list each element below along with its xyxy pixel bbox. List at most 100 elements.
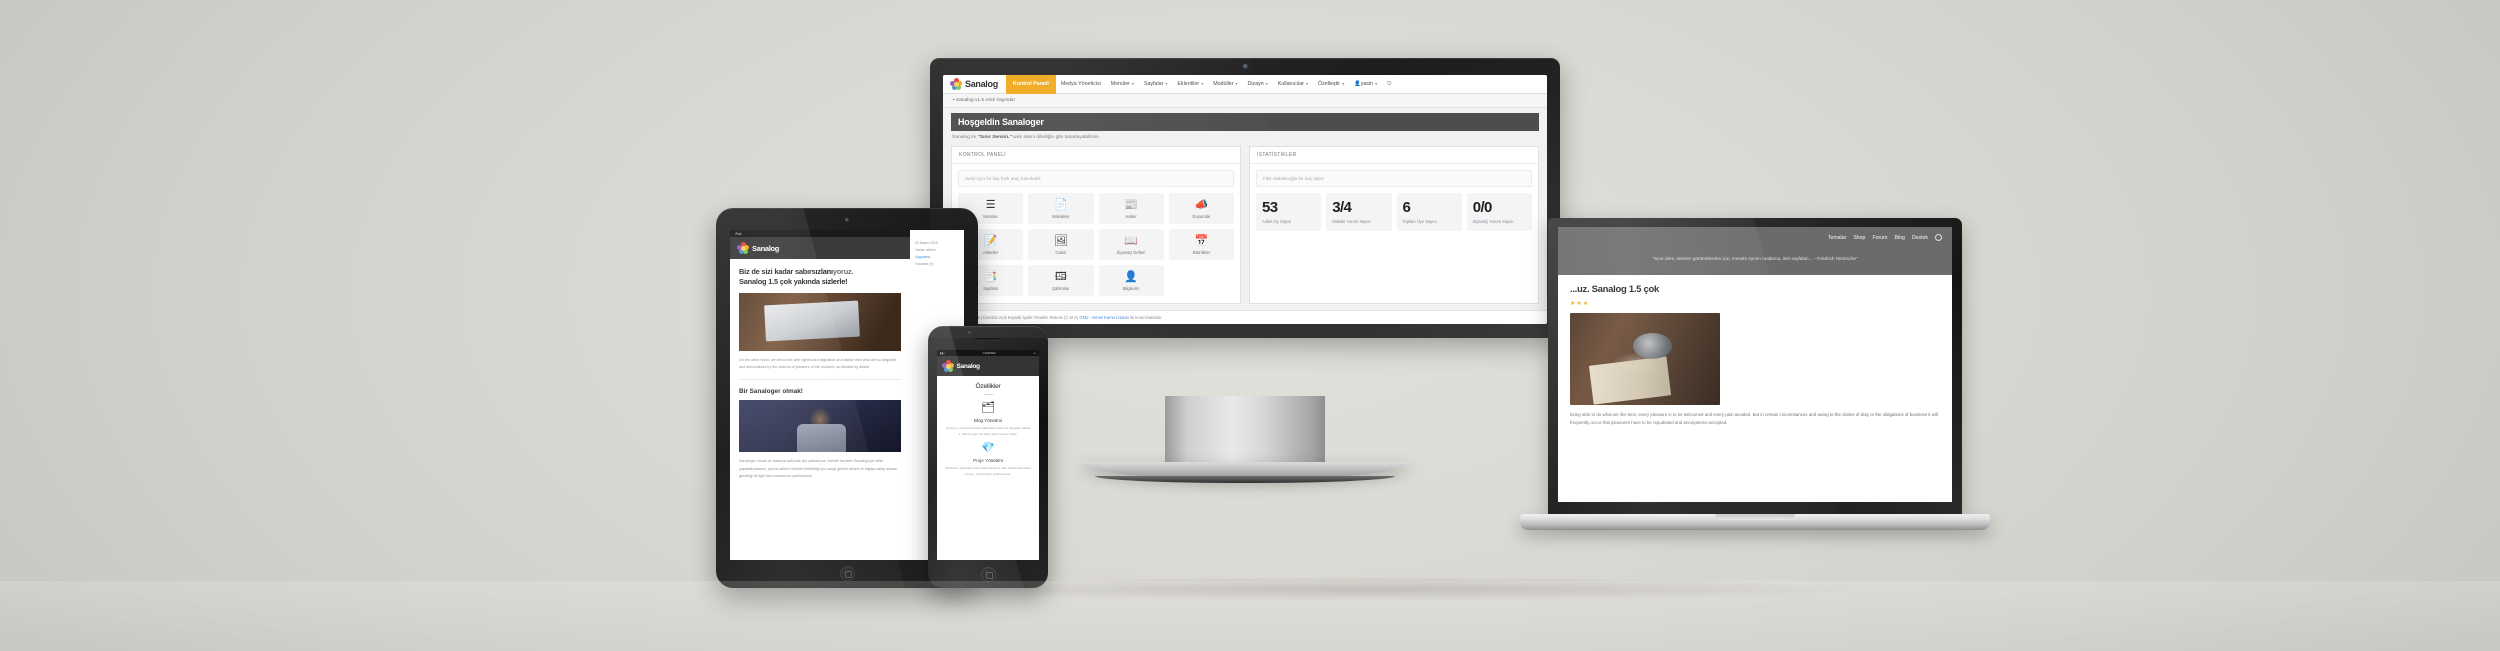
chevron-down-icon: ▾	[1305, 81, 1308, 86]
signal-icon: ▮▮▯	[940, 351, 945, 355]
phone-page-title: Özellikler	[975, 383, 1001, 390]
control-panel-tiles: ☰ Menüler 📄 Makaleler 📰 Haber 📣 Duyurula…	[958, 193, 1234, 297]
admin-panel: Sanalog Kontrol Paneli Medya Yöneticisi …	[943, 75, 1547, 324]
battery-icon: ▭	[1033, 351, 1036, 355]
chevron-down-icon: ▾	[1265, 81, 1268, 86]
article-image	[1570, 312, 1720, 405]
site-nav-temalar[interactable]: Temalar	[1828, 235, 1846, 241]
monitor-stand-neck	[1165, 396, 1325, 470]
nav-item-user[interactable]: 👤yasin ▾	[1349, 75, 1382, 94]
tile-label: Bilgilerim	[1122, 286, 1140, 292]
control-panel-title: KONTROL PANELİ	[952, 147, 1240, 164]
monitor-stand-lip	[1095, 476, 1395, 483]
nav-item-ozellestir[interactable]: Özelleştir ▾	[1313, 75, 1349, 94]
tile-label: Makaleler	[1052, 214, 1070, 219]
brand-name: Sanalog	[965, 79, 998, 89]
title-divider	[983, 394, 993, 395]
carrier-label: CARRIER	[982, 351, 996, 355]
diamond-icon: 💎	[981, 441, 995, 454]
stat-label: Anket Oy Sayısı	[1262, 219, 1292, 224]
tile-ziyaretci-defteri[interactable]: 📖 Ziyaretçi Defteri	[1098, 229, 1164, 261]
footer-middle: | Ücretsiz Açık Kaynak İçerik Yönetim Si…	[979, 315, 1080, 320]
tile-etkinlikler[interactable]: 📅 Etkinlikler	[1168, 229, 1234, 261]
nav-item-dizayn[interactable]: Dizayn ▾	[1243, 75, 1273, 94]
site-nav-forum[interactable]: Forum	[1872, 235, 1887, 241]
nav-item-kullanicilar[interactable]: Kullanıcılar ▾	[1273, 75, 1313, 94]
monitor-screen: Sanalog Kontrol Paneli Medya Yöneticisi …	[943, 75, 1547, 324]
site-hero: Temalar Shop Forum Blog Destek "Sınır de…	[1558, 227, 1952, 275]
sidebar-author: Yazan: admin	[915, 248, 936, 253]
tile-duyurular[interactable]: 📣 Duyurular	[1168, 193, 1234, 225]
subtitle-suffix: web siteni dilediğin gibi tasarlayabilir…	[1011, 135, 1100, 140]
laptop-device: Temalar Shop Forum Blog Destek "Sınır de…	[1520, 218, 1990, 558]
nav-item-sayfalar[interactable]: Sayfalar ▾	[1139, 75, 1172, 94]
title-line2: Sanalog 1.5 çok yakında sizlerle!	[739, 276, 848, 286]
tablet-status-label: iPad	[735, 231, 742, 236]
chevron-down-icon: ▾	[1375, 81, 1378, 86]
chevron-down-icon: ▾	[1165, 81, 1168, 86]
phone-site-header: Sanalog	[937, 356, 1039, 376]
tile-label: Haber	[1125, 214, 1137, 219]
chevron-down-icon: ▾	[1131, 81, 1134, 86]
tablet-home-button[interactable]	[839, 566, 855, 581]
title-line1-tail: yoruz.	[832, 267, 854, 276]
feature-proje: 💎 Proje Yönetimi Habitasse phasellus odi…	[943, 442, 1033, 478]
statistics-title: İSTATİSTİKLER	[1250, 147, 1538, 164]
site-nav-destek[interactable]: Destek	[1912, 235, 1928, 241]
tablet-article2-image-portrait	[739, 400, 901, 453]
globe-icon[interactable]	[1935, 234, 1942, 241]
tablet-camera-icon	[845, 218, 849, 222]
nav-item-menuler[interactable]: Menüler ▾	[1106, 75, 1139, 94]
chevron-down-icon: ▾	[1342, 81, 1345, 86]
site-nav-blog[interactable]: Blog	[1894, 235, 1904, 241]
site-nav-shop[interactable]: Shop	[1853, 235, 1865, 241]
tile-haber[interactable]: 📰 Haber	[1098, 193, 1164, 225]
nav-item-medya-yoneticisi[interactable]: Medya Yöneticisi	[1056, 75, 1106, 94]
brand[interactable]: Sanalog	[950, 78, 1006, 90]
person-icon: 👤	[1124, 271, 1138, 284]
footer-license-link[interactable]: GNU - Genel Kamu Lisansı	[1079, 315, 1129, 320]
tile-label: Şablonlar	[1052, 286, 1070, 292]
feature-title: Blog Yönetimi	[973, 418, 1003, 423]
breadcrumb-label: Sanalog v1.5 Artık Yayında!	[956, 98, 1015, 103]
admin-columns: KONTROL PANELİ Senin için bir kaç hızlı …	[943, 146, 1547, 310]
tablet-status-bar: iPad	[730, 230, 910, 237]
subtitle-quote: "Sınır Sensin."	[977, 135, 1012, 140]
tile-bilgilerim[interactable]: 👤 Bilgilerim	[1098, 265, 1164, 297]
laptop-notch	[1715, 514, 1795, 520]
stat-label: Toplam Üye Sayısı	[1402, 219, 1437, 224]
public-site-phone: ▮▮▯ CARRIER ▭ Sanalog Özellikler 🗂 Blog …	[937, 350, 1039, 560]
phone-screen: ▮▮▯ CARRIER ▭ Sanalog Özellikler 🗂 Blog …	[937, 350, 1039, 560]
nav-item-moduller[interactable]: Modüller ▾	[1208, 75, 1242, 94]
nav-item-eklentiler[interactable]: Eklentiler ▾	[1172, 75, 1208, 94]
stat-value: 53	[1262, 199, 1278, 216]
tablet-article-image-desk	[739, 292, 901, 351]
tile-galeri[interactable]: 🖼 Galeri	[1028, 229, 1094, 261]
colorful-flower-logo-icon	[950, 78, 962, 90]
document-icon: 📄	[1054, 199, 1068, 211]
sidebar-link[interactable]: Uygulama	[915, 254, 959, 261]
phone-speaker	[975, 338, 1001, 341]
desktop-monitor: Sanalog Kontrol Paneli Medya Yöneticisi …	[930, 58, 1560, 483]
logout-icon[interactable]: ⎋	[1382, 75, 1396, 94]
statistics-note: Fikir alabileceğin bir kaç rapor	[1256, 170, 1532, 187]
tablet-article2-body: Sanaloger olmak ve aramıza katılmak için…	[739, 459, 898, 478]
tile-sablonlar[interactable]: 🖽 Şablonlar	[1028, 265, 1094, 297]
phone-home-button[interactable]	[980, 567, 996, 582]
footer-suffix: ile korunmaktadır.	[1129, 315, 1163, 320]
phone-content: Özellikler 🗂 Blog Yönetimi Quisque conse…	[937, 376, 1039, 560]
book-icon: 📖	[1124, 235, 1138, 248]
stat-toplam-uye-sayisi: 6 Toplam Üye Sayısı	[1396, 193, 1462, 232]
chevron-down-icon: ▾	[1235, 81, 1238, 86]
tile-label: Etkinlikler	[1192, 250, 1211, 256]
laptop-lid: Temalar Shop Forum Blog Destek "Sınır de…	[1548, 218, 1962, 516]
tablet-article-body: On the other hand, we denounce with righ…	[739, 357, 897, 370]
calendar-icon: 📅	[1194, 235, 1209, 248]
divider	[739, 379, 901, 381]
phone-camera-icon	[968, 331, 972, 335]
tile-makaleler[interactable]: 📄 Makaleler	[1028, 193, 1094, 225]
nav-item-kontrol-paneli[interactable]: Kontrol Paneli	[1005, 75, 1056, 94]
sidebar-date: 03 Kasım 2015	[915, 241, 938, 245]
subtitle-prefix: Sanalog ile	[952, 135, 978, 140]
newspaper-icon: 📰	[1124, 199, 1138, 211]
